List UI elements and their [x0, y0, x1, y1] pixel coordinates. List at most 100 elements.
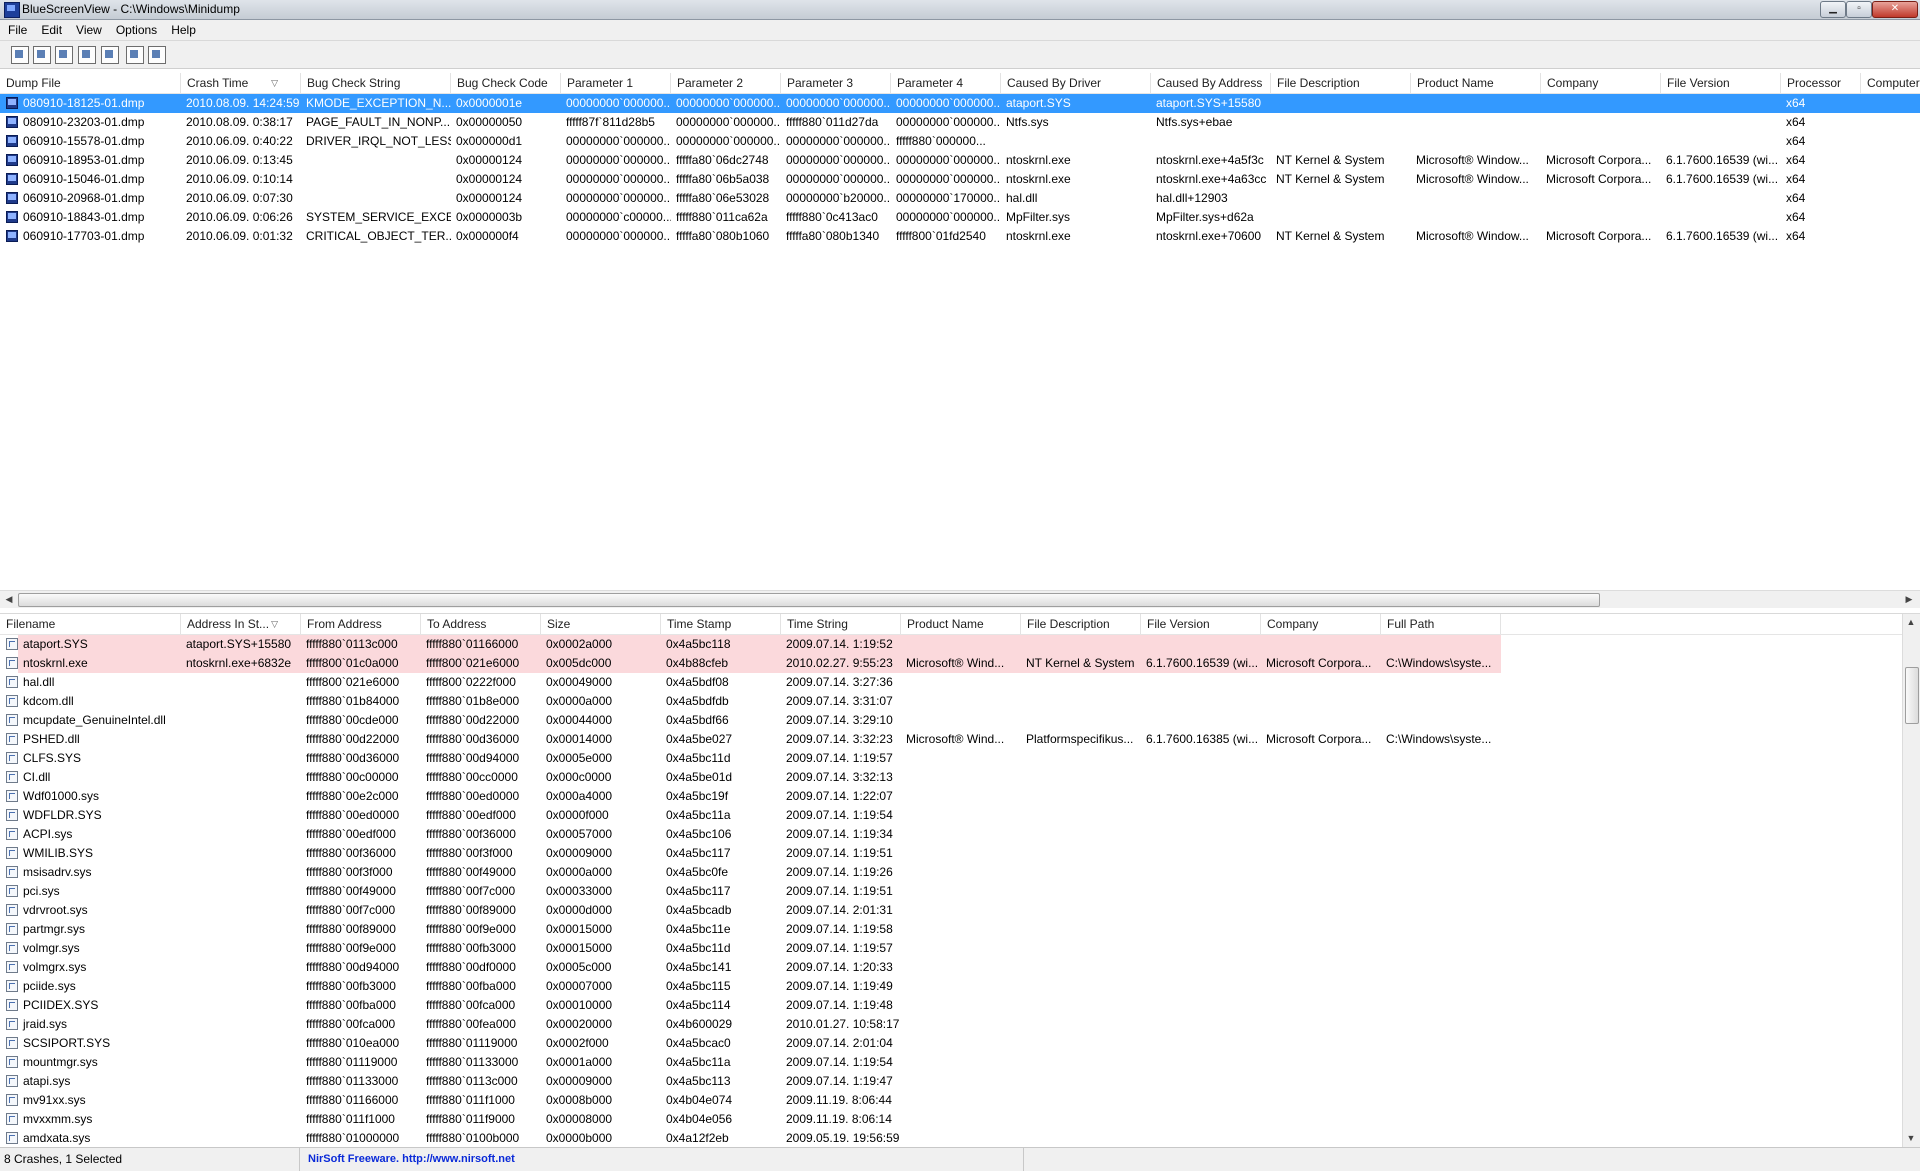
driver-row[interactable]: vdrvroot.sys fffff880`00f7c000 fffff880`00… [0, 901, 1920, 920]
menu-view[interactable]: View [68, 20, 108, 37]
crash-col-processor[interactable]: Processor [1781, 73, 1861, 93]
driver-row[interactable]: ataport.SYS ataport.SYS+15580 fffff880`011… [0, 635, 1920, 654]
driver-row[interactable]: CI.dll fffff880`00c00000 fffff880`00cc0000… [0, 768, 1920, 787]
driver-col-time-string[interactable]: Time String [781, 614, 901, 634]
driver-list-vscroll[interactable]: ▲ ▼ [1902, 614, 1920, 1147]
driver-cell-file-version [1141, 806, 1261, 825]
driver-col-company[interactable]: Company [1261, 614, 1381, 634]
crash-cell-computer [1861, 170, 1920, 189]
minimize-button[interactable]: ▁ [1820, 1, 1846, 18]
driver-row[interactable]: msisadrv.sys fffff880`00f3f000 fffff880`00… [0, 863, 1920, 882]
crash-cell-company [1541, 132, 1661, 151]
driver-row[interactable]: Wdf01000.sys fffff880`00e2c000 fffff880`00… [0, 787, 1920, 806]
driver-row[interactable]: amdxata.sys fffff880`01000000 fffff880`010… [0, 1129, 1920, 1147]
crash-col-file-description[interactable]: File Description [1271, 73, 1411, 93]
save-icon[interactable] [33, 46, 51, 64]
find-icon[interactable] [126, 46, 144, 64]
scroll-down-icon[interactable]: ▼ [1904, 1131, 1918, 1145]
driver-row[interactable]: mcupdate_GenuineIntel.dll fffff880`00cde0… [0, 711, 1920, 730]
refresh-icon[interactable] [55, 46, 73, 64]
driver-row[interactable]: WDFLDR.SYS fffff880`00ed0000 fffff880`00ed… [0, 806, 1920, 825]
driver-list-vscroll-thumb[interactable] [1905, 667, 1919, 724]
crash-col-parameter-2[interactable]: Parameter 2 [671, 73, 781, 93]
close-button[interactable]: ✕ [1872, 1, 1918, 18]
driver-col-file-description[interactable]: File Description [1021, 614, 1141, 634]
driver-file-icon [6, 676, 18, 688]
crash-col-caused-by-address[interactable]: Caused By Address [1151, 73, 1271, 93]
driver-col-address-in-st[interactable]: Address In St... ▽ [181, 614, 301, 634]
driver-row[interactable]: atapi.sys fffff880`01133000 fffff880`0113c… [0, 1072, 1920, 1091]
crash-col-bug-check-string[interactable]: Bug Check String [301, 73, 451, 93]
driver-col-file-version[interactable]: File Version [1141, 614, 1261, 634]
properties-icon[interactable] [11, 46, 29, 64]
crash-col-parameter-1[interactable]: Parameter 1 [561, 73, 671, 93]
driver-row[interactable]: volmgrx.sys fffff880`00d94000 fffff880`00d… [0, 958, 1920, 977]
driver-cell-company [1261, 806, 1381, 825]
crash-row[interactable]: 080910-23203-01.dmp 2010.08.09. 0:38:17 PA… [0, 113, 1920, 132]
driver-row[interactable]: pci.sys fffff880`00f49000 fffff880`00f7c00… [0, 882, 1920, 901]
html-report-icon[interactable] [101, 46, 119, 64]
driver-col-to-address[interactable]: To Address [421, 614, 541, 634]
crash-row[interactable]: 060910-15578-01.dmp 2010.06.09. 0:40:22 DR… [0, 132, 1920, 151]
driver-row[interactable]: partmgr.sys fffff880`00f89000 fffff880`00f… [0, 920, 1920, 939]
crash-col-bug-check-code[interactable]: Bug Check Code [451, 73, 561, 93]
driver-list[interactable]: Filename Address In St... ▽ From Address To … [0, 614, 1920, 1147]
crash-cell-parameter-1: 00000000`000000... [566, 134, 671, 148]
driver-row[interactable]: WMILIB.SYS fffff880`00f36000 fffff880`00f3… [0, 844, 1920, 863]
crash-col-crash-time[interactable]: Crash Time ▽ [181, 73, 301, 93]
crash-list[interactable]: Dump File Crash Time ▽ Bug Check String Bug … [0, 73, 1920, 596]
scroll-right-icon[interactable]: ▶ [1902, 592, 1916, 606]
crash-col-parameter-3[interactable]: Parameter 3 [781, 73, 891, 93]
crash-col-product-name[interactable]: Product Name [1411, 73, 1541, 93]
crash-row[interactable]: 060910-20968-01.dmp 2010.06.09. 0:07:30 0x… [0, 189, 1920, 208]
menu-edit[interactable]: Edit [33, 20, 68, 37]
driver-row[interactable]: mvxxmm.sys fffff880`011f1000 fffff880`011f… [0, 1110, 1920, 1129]
crash-col-computer[interactable]: Computer [1861, 73, 1920, 93]
driver-row[interactable]: volmgr.sys fffff880`00f9e000 fffff880`00fb… [0, 939, 1920, 958]
crash-row[interactable]: 060910-18953-01.dmp 2010.06.09. 0:13:45 0x… [0, 151, 1920, 170]
menu-help[interactable]: Help [163, 20, 202, 37]
driver-row[interactable]: mv91xx.sys fffff880`01166000 fffff880`011f… [0, 1091, 1920, 1110]
driver-col-size[interactable]: Size [541, 614, 661, 634]
driver-row[interactable]: mountmgr.sys fffff880`01119000 fffff880`01… [0, 1053, 1920, 1072]
menu-file[interactable]: File [0, 20, 33, 37]
crash-row[interactable]: 060910-17703-01.dmp 2010.06.09. 0:01:32 CR… [0, 227, 1920, 246]
driver-row[interactable]: jraid.sys fffff880`00fca000 fffff880`00fea… [0, 1015, 1920, 1034]
driver-row[interactable]: PSHED.dll fffff880`00d22000 fffff880`00d36… [0, 730, 1920, 749]
driver-cell-product-name [901, 901, 1021, 920]
crash-row[interactable]: 060910-18843-01.dmp 2010.06.09. 0:06:26 SY… [0, 208, 1920, 227]
driver-row[interactable]: hal.dll fffff800`021e6000 fffff800`0222f00… [0, 673, 1920, 692]
scroll-up-icon[interactable]: ▲ [1904, 615, 1918, 629]
crash-col-parameter-4[interactable]: Parameter 4 [891, 73, 1001, 93]
driver-row[interactable]: kdcom.dll fffff880`01b84000 fffff880`01b8e… [0, 692, 1920, 711]
crash-row[interactable]: 080910-18125-01.dmp 2010.08.09. 14:24:59 K… [0, 94, 1920, 113]
crash-col-dump-file[interactable]: Dump File [0, 73, 181, 93]
exit-icon[interactable] [148, 46, 166, 64]
driver-row[interactable]: ntoskrnl.exe ntoskrnl.exe+6832e fffff800`0… [0, 654, 1920, 673]
driver-cell-file-version [1141, 1072, 1261, 1091]
maximize-button[interactable]: ▫ [1846, 1, 1872, 18]
crash-col-company[interactable]: Company [1541, 73, 1661, 93]
menu-options[interactable]: Options [108, 20, 163, 37]
driver-row[interactable]: CLFS.SYS fffff880`00d36000 fffff880`00d940… [0, 749, 1920, 768]
scroll-left-icon[interactable]: ◀ [2, 592, 16, 606]
nirsoft-link[interactable]: NirSoft Freeware. http://www.nirsoft.net [300, 1148, 1024, 1171]
driver-col-full-path[interactable]: Full Path [1381, 614, 1501, 634]
driver-cell-full-path: C:\Windows\syste... [1381, 654, 1501, 673]
driver-cell-full-path [1381, 863, 1501, 882]
driver-row[interactable]: pciide.sys fffff880`00fb3000 fffff880`00fb… [0, 977, 1920, 996]
crash-row[interactable]: 060910-15046-01.dmp 2010.06.09. 0:10:14 0x… [0, 170, 1920, 189]
driver-col-from-address[interactable]: From Address [301, 614, 421, 634]
crash-list-hscroll-thumb[interactable] [18, 593, 1600, 607]
driver-cell-time-stamp: 0x4a5bdf08 [666, 675, 729, 689]
copy-icon[interactable] [78, 46, 96, 64]
driver-row[interactable]: ACPI.sys fffff880`00edf000 fffff880`00f360… [0, 825, 1920, 844]
driver-col-time-stamp[interactable]: Time Stamp [661, 614, 781, 634]
driver-col-product-name[interactable]: Product Name [901, 614, 1021, 634]
driver-row[interactable]: SCSIPORT.SYS fffff880`010ea000 fffff880`01… [0, 1034, 1920, 1053]
driver-col-filename[interactable]: Filename [0, 614, 181, 634]
crash-list-hscroll[interactable]: ◀ ▶ [0, 590, 1920, 608]
driver-row[interactable]: PCIIDEX.SYS fffff880`00fba000 fffff880`00f… [0, 996, 1920, 1015]
crash-col-file-version[interactable]: File Version [1661, 73, 1781, 93]
crash-col-caused-by-driver[interactable]: Caused By Driver [1001, 73, 1151, 93]
